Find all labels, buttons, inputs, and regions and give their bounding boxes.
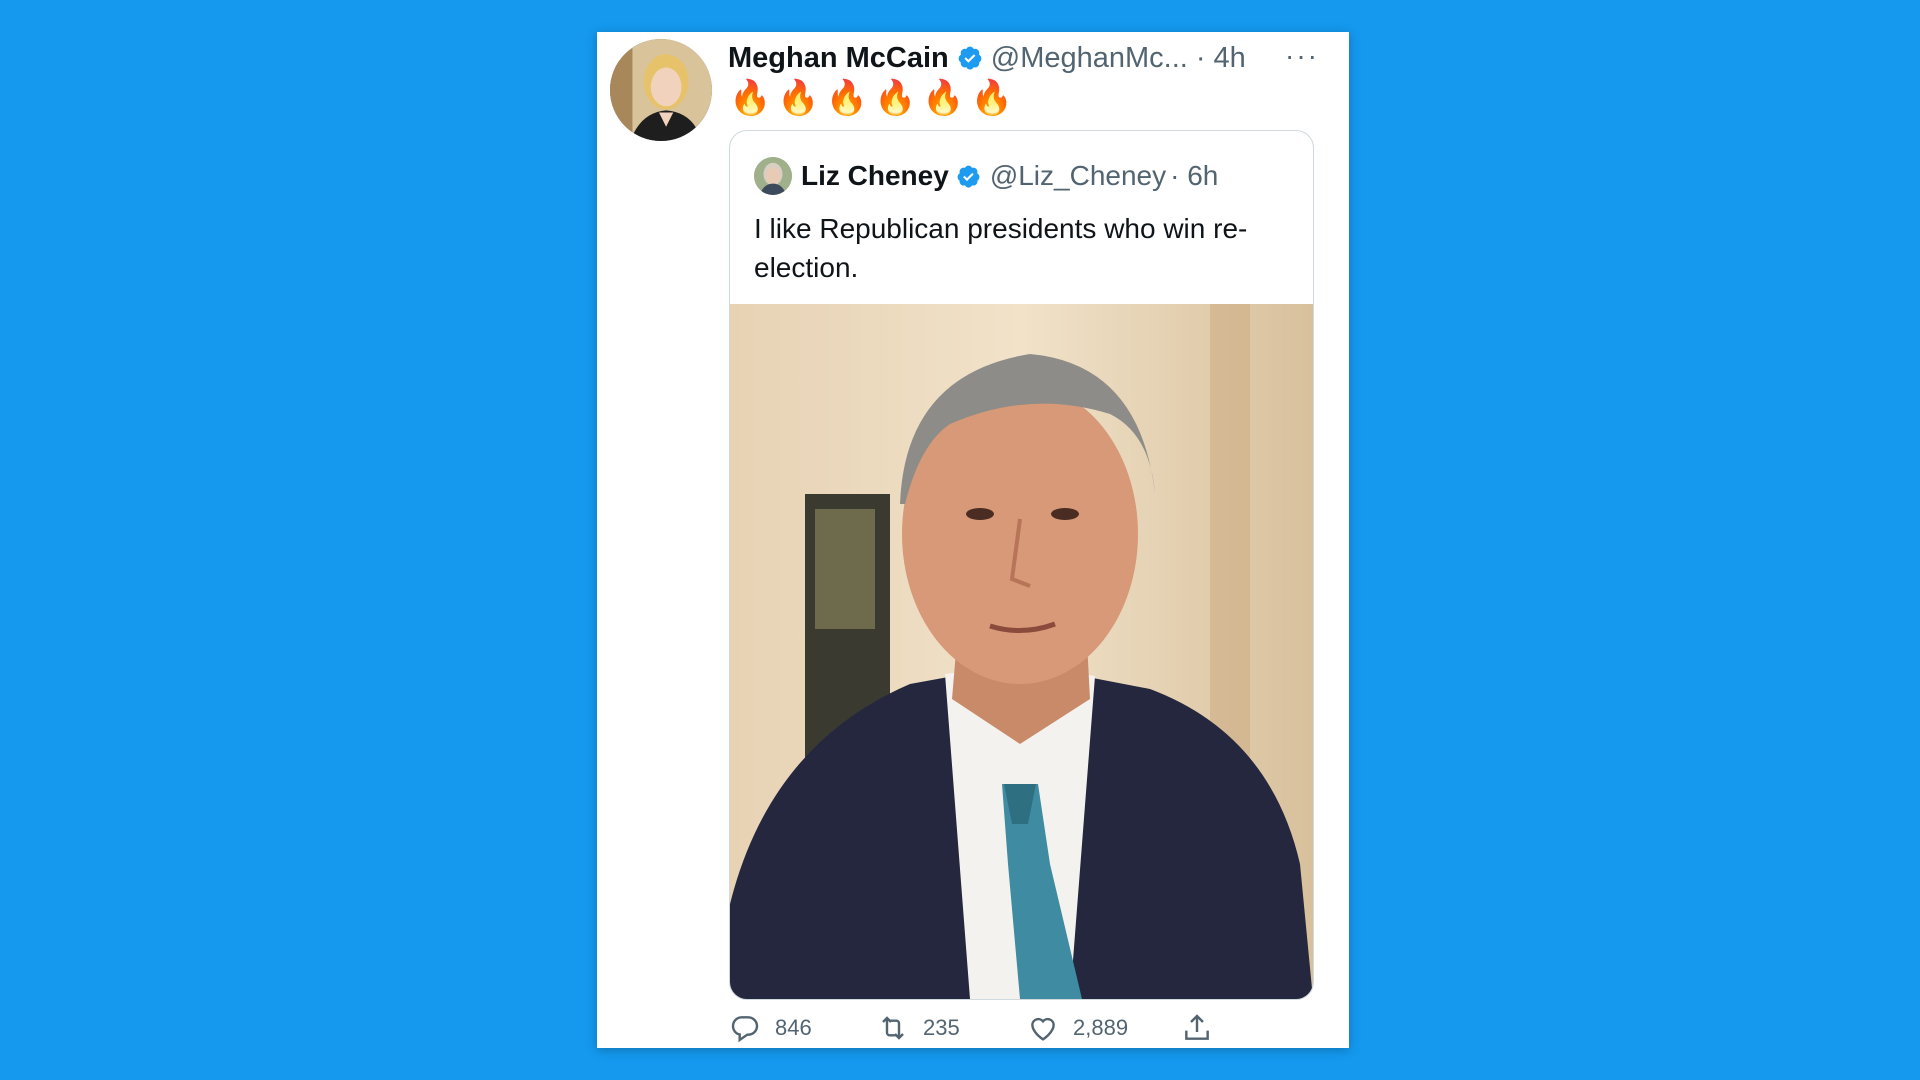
quoted-time[interactable]: · 6h bbox=[1170, 160, 1218, 192]
verified-badge-icon bbox=[958, 46, 982, 70]
quoted-author-handle[interactable]: @Liz_Cheney bbox=[990, 160, 1166, 192]
tweet-card[interactable]: Meghan McCain @MeghanMc... · 4h ··· 🔥🔥🔥🔥… bbox=[597, 32, 1349, 1048]
like-button[interactable]: 2,889 bbox=[1027, 1012, 1128, 1044]
more-options-icon[interactable]: ··· bbox=[1285, 40, 1319, 72]
tweet-time[interactable]: · 4h bbox=[1196, 42, 1246, 75]
like-count: 2,889 bbox=[1073, 1015, 1129, 1040]
retweet-button[interactable]: 235 bbox=[877, 1012, 960, 1044]
quoted-photo[interactable] bbox=[730, 304, 1313, 999]
author-name[interactable]: Meghan McCain bbox=[728, 42, 949, 75]
verified-badge-icon bbox=[957, 165, 980, 188]
tweet-text: 🔥🔥🔥🔥🔥🔥 bbox=[729, 79, 1020, 117]
quoted-text: I like Republican presidents who win re-… bbox=[754, 213, 1248, 283]
tweet-header: Meghan McCain @MeghanMc... · 4h ··· bbox=[728, 38, 1319, 78]
reply-icon bbox=[731, 1016, 759, 1043]
share-icon bbox=[1185, 1014, 1209, 1040]
reply-button[interactable]: 846 bbox=[729, 1012, 812, 1044]
quoted-tweet[interactable]: Liz Cheney @Liz_Cheney · 6h I like Repub… bbox=[729, 130, 1314, 1000]
quoted-author-avatar[interactable] bbox=[754, 157, 792, 195]
reply-count: 846 bbox=[775, 1015, 812, 1040]
author-handle[interactable]: @MeghanMc... bbox=[991, 42, 1188, 75]
share-button[interactable] bbox=[1181, 1012, 1213, 1044]
retweet-count: 235 bbox=[923, 1015, 960, 1040]
quoted-author-name[interactable]: Liz Cheney bbox=[801, 160, 949, 192]
quoted-header: Liz Cheney @Liz_Cheney · 6h bbox=[754, 157, 1218, 195]
author-avatar[interactable] bbox=[610, 39, 712, 141]
heart-icon bbox=[1031, 1017, 1055, 1041]
retweet-icon bbox=[882, 1016, 904, 1040]
tweet-actions: 846 235 2,889 bbox=[729, 1012, 1289, 1052]
